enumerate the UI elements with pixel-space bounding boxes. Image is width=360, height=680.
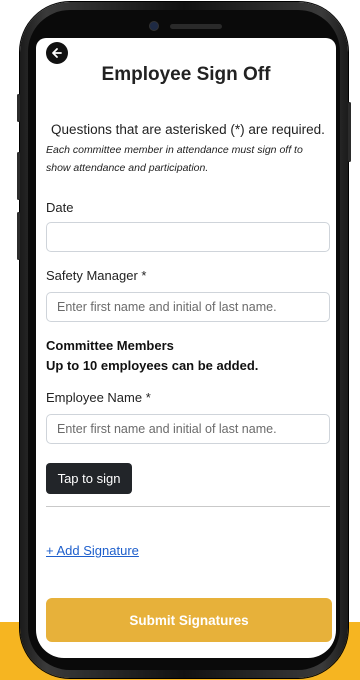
safety-manager-input[interactable] bbox=[46, 292, 330, 322]
required-note: Questions that are asterisked (*) are re… bbox=[51, 122, 325, 137]
employee-name-input[interactable] bbox=[46, 414, 330, 444]
front-camera bbox=[150, 22, 158, 30]
employee-name-label: Employee Name * bbox=[46, 390, 151, 405]
submit-signatures-button[interactable]: Submit Signatures bbox=[46, 598, 332, 642]
safety-manager-label: Safety Manager * bbox=[46, 268, 147, 283]
committee-subheading: Up to 10 employees can be added. bbox=[46, 358, 259, 373]
earpiece-speaker bbox=[170, 24, 222, 29]
tap-to-sign-button[interactable]: Tap to sign bbox=[46, 463, 132, 494]
committee-heading: Committee Members bbox=[46, 338, 174, 353]
app-screen: Employee Sign Off Questions that are ast… bbox=[36, 38, 336, 658]
section-divider bbox=[46, 506, 330, 507]
date-field[interactable] bbox=[46, 222, 330, 252]
page-title: Employee Sign Off bbox=[101, 64, 271, 85]
arrow-left-icon bbox=[52, 48, 62, 58]
add-signature-link[interactable]: + Add Signature bbox=[46, 543, 139, 558]
mute-switch bbox=[17, 212, 20, 260]
power-button bbox=[348, 102, 351, 162]
volume-up-button bbox=[17, 94, 20, 122]
back-button[interactable] bbox=[46, 42, 68, 64]
volume-down-button bbox=[17, 152, 20, 200]
date-label: Date bbox=[46, 200, 74, 215]
instruction-text: Each committee member in attendance must… bbox=[46, 144, 303, 174]
